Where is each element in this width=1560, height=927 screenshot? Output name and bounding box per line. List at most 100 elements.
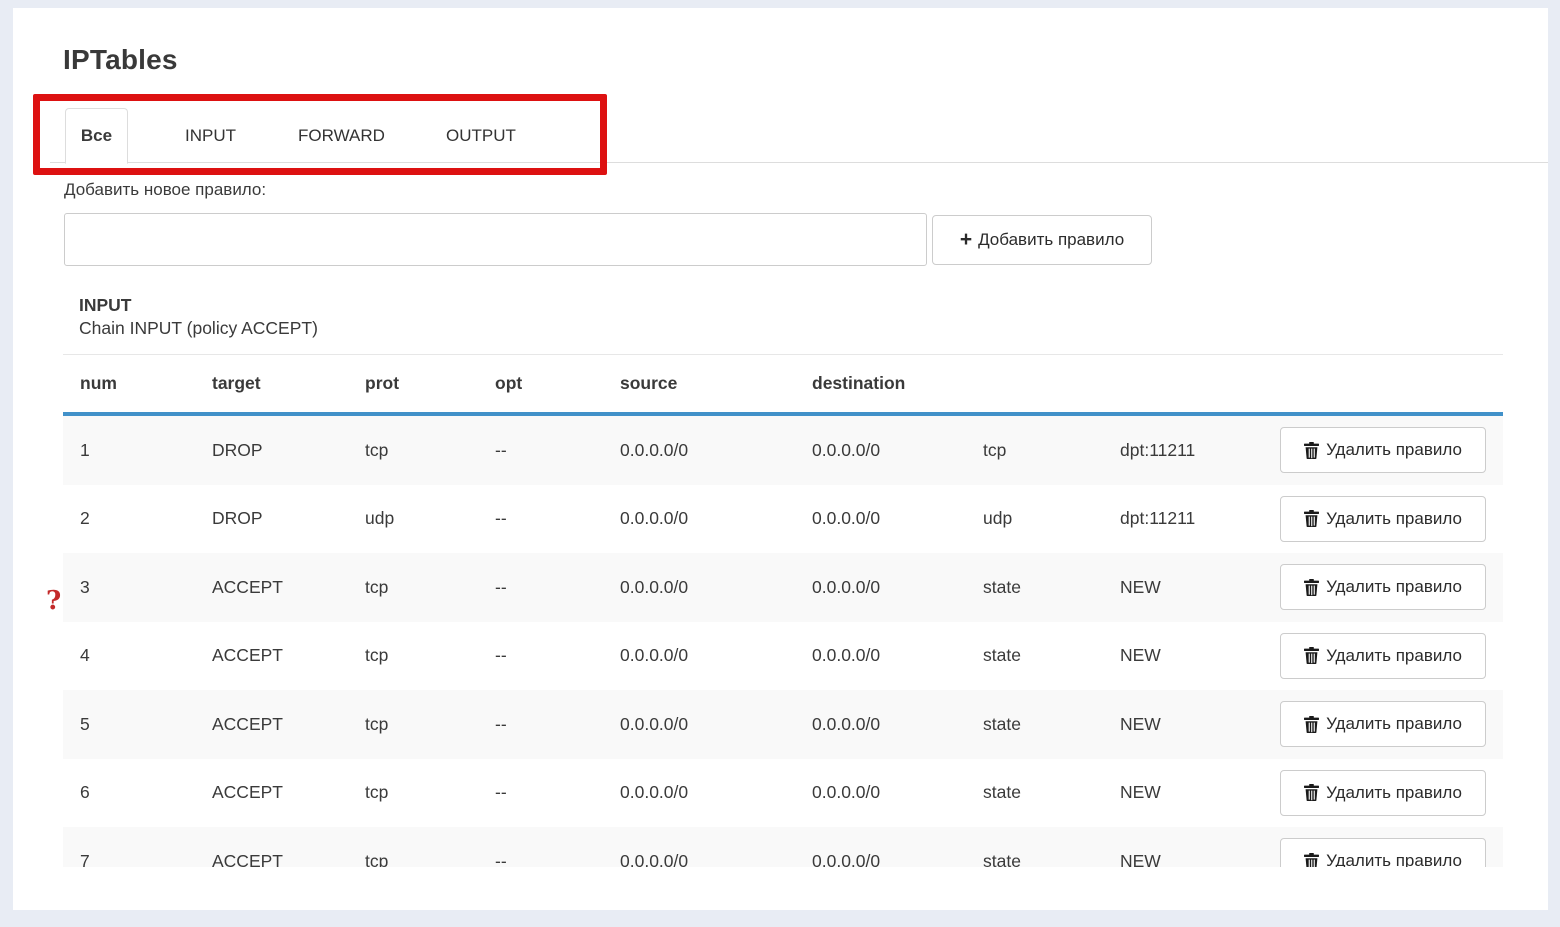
trash-icon bbox=[1304, 579, 1319, 596]
delete-rule-button[interactable]: Удалить правило bbox=[1280, 770, 1486, 816]
cell-target: DROP bbox=[195, 440, 348, 461]
cell-extra2: NEW bbox=[1103, 782, 1263, 803]
table-header-row: num target prot opt source destination bbox=[63, 355, 1503, 412]
table-row: 4 ACCEPT tcp -- 0.0.0.0/0 0.0.0.0/0 stat… bbox=[63, 622, 1503, 691]
cell-destination: 0.0.0.0/0 bbox=[795, 851, 966, 867]
cell-prot: tcp bbox=[348, 645, 478, 666]
delete-rule-label: Удалить правило bbox=[1326, 440, 1462, 460]
table-row: 6 ACCEPT tcp -- 0.0.0.0/0 0.0.0.0/0 stat… bbox=[63, 759, 1503, 828]
cell-opt: -- bbox=[478, 851, 603, 867]
cell-opt: -- bbox=[478, 782, 603, 803]
delete-rule-label: Удалить правило bbox=[1326, 577, 1462, 597]
cell-extra1: state bbox=[966, 577, 1103, 598]
cell-actions: Удалить правило bbox=[1263, 701, 1503, 747]
add-rule-button-label: Добавить правило bbox=[978, 230, 1124, 250]
section-chain-name: INPUT bbox=[79, 295, 132, 316]
delete-rule-label: Удалить правило bbox=[1326, 714, 1462, 734]
cell-destination: 0.0.0.0/0 bbox=[795, 782, 966, 803]
cell-num: 3 bbox=[63, 577, 195, 598]
add-rule-input[interactable] bbox=[64, 213, 927, 266]
cell-num: 7 bbox=[63, 851, 195, 867]
tab-output[interactable]: OUTPUT bbox=[446, 108, 516, 163]
header-opt: opt bbox=[478, 373, 603, 394]
trash-icon bbox=[1304, 853, 1319, 867]
cell-actions: Удалить правило bbox=[1263, 564, 1503, 610]
cell-source: 0.0.0.0/0 bbox=[603, 508, 795, 529]
cell-target: DROP bbox=[195, 508, 348, 529]
cell-extra2: dpt:11211 bbox=[1103, 508, 1263, 529]
delete-rule-button[interactable]: Удалить правило bbox=[1280, 701, 1486, 747]
cell-num: 4 bbox=[63, 645, 195, 666]
cell-extra2: NEW bbox=[1103, 645, 1263, 666]
trash-icon bbox=[1304, 442, 1319, 459]
cell-prot: tcp bbox=[348, 577, 478, 598]
cell-source: 0.0.0.0/0 bbox=[603, 440, 795, 461]
tab-input[interactable]: INPUT bbox=[185, 108, 236, 163]
rules-table: num target prot opt source destination 1… bbox=[63, 354, 1503, 867]
plus-icon: + bbox=[960, 229, 972, 250]
delete-rule-label: Удалить правило bbox=[1326, 851, 1462, 867]
cell-extra1: state bbox=[966, 645, 1103, 666]
page-title: IPTables bbox=[63, 44, 178, 76]
delete-rule-button[interactable]: Удалить правило bbox=[1280, 427, 1486, 473]
section-chain-policy: Chain INPUT (policy ACCEPT) bbox=[79, 318, 318, 339]
cell-destination: 0.0.0.0/0 bbox=[795, 440, 966, 461]
trash-icon bbox=[1304, 784, 1319, 801]
cell-source: 0.0.0.0/0 bbox=[603, 577, 795, 598]
table-row: 3 ACCEPT tcp -- 0.0.0.0/0 0.0.0.0/0 stat… bbox=[63, 553, 1503, 622]
add-rule-label: Добавить новое правило: bbox=[64, 180, 266, 200]
cell-actions: Удалить правило bbox=[1263, 633, 1503, 679]
table-row: 2 DROP udp -- 0.0.0.0/0 0.0.0.0/0 udp dp… bbox=[63, 485, 1503, 554]
cell-opt: -- bbox=[478, 714, 603, 735]
add-rule-button[interactable]: + Добавить правило bbox=[932, 215, 1152, 265]
cell-extra2: NEW bbox=[1103, 851, 1263, 867]
cell-opt: -- bbox=[478, 440, 603, 461]
cell-actions: Удалить правило bbox=[1263, 427, 1503, 473]
cell-source: 0.0.0.0/0 bbox=[603, 782, 795, 803]
cell-target: ACCEPT bbox=[195, 851, 348, 867]
trash-icon bbox=[1304, 716, 1319, 733]
cell-prot: tcp bbox=[348, 440, 478, 461]
delete-rule-button[interactable]: Удалить правило bbox=[1280, 838, 1486, 867]
cell-prot: tcp bbox=[348, 851, 478, 867]
cell-extra1: state bbox=[966, 851, 1103, 867]
annotation-question-mark: ? bbox=[46, 586, 61, 616]
cell-num: 2 bbox=[63, 508, 195, 529]
tab-all[interactable]: Все bbox=[65, 108, 128, 164]
cell-opt: -- bbox=[478, 508, 603, 529]
cell-num: 6 bbox=[63, 782, 195, 803]
cell-source: 0.0.0.0/0 bbox=[603, 645, 795, 666]
cell-extra2: NEW bbox=[1103, 714, 1263, 735]
header-target: target bbox=[195, 373, 348, 394]
cell-prot: udp bbox=[348, 508, 478, 529]
cell-opt: -- bbox=[478, 645, 603, 666]
delete-rule-label: Удалить правило bbox=[1326, 783, 1462, 803]
cell-num: 5 bbox=[63, 714, 195, 735]
cell-source: 0.0.0.0/0 bbox=[603, 714, 795, 735]
cell-extra1: udp bbox=[966, 508, 1103, 529]
table-row: 5 ACCEPT tcp -- 0.0.0.0/0 0.0.0.0/0 stat… bbox=[63, 690, 1503, 759]
cell-num: 1 bbox=[63, 440, 195, 461]
cell-source: 0.0.0.0/0 bbox=[603, 851, 795, 867]
delete-rule-button[interactable]: Удалить правило bbox=[1280, 633, 1486, 679]
cell-actions: Удалить правило bbox=[1263, 496, 1503, 542]
tab-forward[interactable]: FORWARD bbox=[298, 108, 385, 163]
cell-prot: tcp bbox=[348, 782, 478, 803]
table-row: 7 ACCEPT tcp -- 0.0.0.0/0 0.0.0.0/0 stat… bbox=[63, 827, 1503, 867]
delete-rule-label: Удалить правило bbox=[1326, 509, 1462, 529]
cell-destination: 0.0.0.0/0 bbox=[795, 645, 966, 666]
cell-destination: 0.0.0.0/0 bbox=[795, 508, 966, 529]
delete-rule-button[interactable]: Удалить правило bbox=[1280, 496, 1486, 542]
table-body: 1 DROP tcp -- 0.0.0.0/0 0.0.0.0/0 tcp dp… bbox=[63, 416, 1503, 867]
cell-extra1: tcp bbox=[966, 440, 1103, 461]
cell-target: ACCEPT bbox=[195, 577, 348, 598]
delete-rule-button[interactable]: Удалить правило bbox=[1280, 564, 1486, 610]
cell-extra1: state bbox=[966, 782, 1103, 803]
header-destination: destination bbox=[795, 373, 966, 394]
cell-target: ACCEPT bbox=[195, 782, 348, 803]
header-source: source bbox=[603, 373, 795, 394]
cell-opt: -- bbox=[478, 577, 603, 598]
header-num: num bbox=[63, 373, 195, 394]
cell-extra2: dpt:11211 bbox=[1103, 440, 1263, 461]
cell-destination: 0.0.0.0/0 bbox=[795, 577, 966, 598]
